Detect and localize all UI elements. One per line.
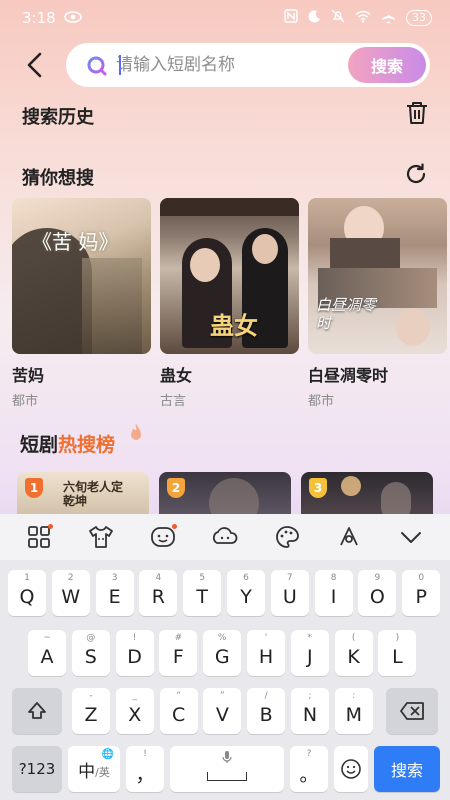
comma-key[interactable]: !， xyxy=(126,746,164,792)
key-w[interactable]: 2W xyxy=(51,570,90,616)
space-key[interactable] xyxy=(170,746,284,792)
card-title: 蛊女 xyxy=(160,366,193,385)
hot-list-title: 短剧热搜榜 xyxy=(20,434,116,456)
search-box: 搜索 xyxy=(66,43,430,87)
backspace-icon xyxy=(400,702,424,720)
rank-badge: 3 xyxy=(309,478,327,498)
trash-icon[interactable] xyxy=(404,100,430,126)
key-k[interactable]: (K xyxy=(334,630,373,676)
smiley-icon xyxy=(341,759,361,779)
collapse-keyboard-icon[interactable] xyxy=(394,520,428,554)
language-switch-key[interactable]: 🌐 中/英 xyxy=(68,746,120,792)
hot-list: 1 六旬老人定乾坤 2 3 xyxy=(0,472,450,516)
enter-search-key[interactable]: 搜索 xyxy=(374,746,440,792)
key-q[interactable]: 1Q xyxy=(8,570,46,616)
emoji-key[interactable] xyxy=(334,746,368,792)
key-i[interactable]: 8I xyxy=(314,570,353,616)
guess-title: 猜你想搜 xyxy=(22,168,94,189)
status-time: 3:18 xyxy=(22,9,56,27)
poster-image: 白昼凋零时 xyxy=(308,198,447,354)
card-title: 白昼凋零时 xyxy=(308,366,389,385)
space-bar-icon xyxy=(207,771,247,781)
search-input[interactable] xyxy=(116,43,336,87)
emoji-icon[interactable] xyxy=(146,520,180,554)
key-f[interactable]: # F xyxy=(159,630,198,676)
wifi-icon xyxy=(355,10,371,27)
key-m[interactable]: :M xyxy=(334,688,373,734)
guess-list: 《苦 妈》 苦妈 都市 蛊女 蛊女 古言 白昼凋零时 白昼凋零时 都市 xyxy=(12,198,447,409)
poster-image: 蛊女 xyxy=(160,198,299,354)
handwriting-icon[interactable] xyxy=(332,520,366,554)
poster-image: 《苦 妈》 xyxy=(12,198,151,354)
battery-indicator: 33 xyxy=(406,10,432,26)
key-x[interactable]: _ X xyxy=(115,688,154,734)
notification-dot xyxy=(172,524,177,529)
key-s[interactable]: @ S xyxy=(71,630,110,676)
key-e[interactable]: 3E xyxy=(95,570,134,616)
keyboard: 1Q2W3E4R5T6Y7U8I9O0P ~ A @ S! D # F% G ' H * J(K) L … xyxy=(0,560,450,800)
key-p[interactable]: 0P xyxy=(402,570,441,616)
key-n[interactable]: ; N xyxy=(291,688,329,734)
mute-icon xyxy=(331,9,345,27)
numbers-key[interactable]: ?123 xyxy=(12,746,62,792)
chevron-left-icon xyxy=(27,52,42,78)
card-tag: 都市 xyxy=(12,394,39,409)
moon-icon xyxy=(308,9,321,27)
history-title: 搜索历史 xyxy=(22,107,94,128)
drama-card-kuma[interactable]: 《苦 妈》 苦妈 都市 xyxy=(12,198,151,409)
key-r[interactable]: 4R xyxy=(139,570,178,616)
shift-key[interactable] xyxy=(12,688,62,734)
key-o[interactable]: 9O xyxy=(358,570,397,616)
flame-icon xyxy=(131,423,141,440)
key-v[interactable]: ” V xyxy=(203,688,242,734)
search-button[interactable]: 搜索 xyxy=(348,47,426,83)
microphone-icon xyxy=(222,751,232,763)
backspace-key[interactable] xyxy=(386,688,438,734)
palette-icon[interactable] xyxy=(270,520,304,554)
search-header: 搜索 xyxy=(0,42,450,88)
key-h[interactable]: ' H xyxy=(247,630,285,676)
keyboard-toolbar xyxy=(0,514,450,560)
key-u[interactable]: 7U xyxy=(270,570,309,616)
nfc-icon xyxy=(284,9,298,27)
airplane-icon xyxy=(381,9,396,28)
status-bar: 3:18 33 xyxy=(0,0,450,36)
shift-icon xyxy=(28,702,46,719)
rank-badge: 1 xyxy=(25,478,43,498)
search-icon xyxy=(87,56,107,76)
rank-badge: 2 xyxy=(167,478,185,498)
key-d[interactable]: ! D xyxy=(115,630,154,676)
key-z[interactable]: -Z xyxy=(72,688,110,734)
key-a[interactable]: ~ A xyxy=(28,630,66,676)
card-title: 苦妈 xyxy=(12,366,45,385)
poster-text: 六旬老人定乾坤 xyxy=(63,480,124,508)
text-caret xyxy=(119,55,121,75)
apps-grid-icon[interactable] xyxy=(22,520,56,554)
refresh-icon[interactable] xyxy=(404,162,428,186)
drama-card-gunv[interactable]: 蛊女 蛊女 古言 xyxy=(160,198,299,409)
hot-item-3[interactable]: 3 xyxy=(301,472,433,516)
notification-dot xyxy=(48,524,53,529)
voice-assistant-icon[interactable] xyxy=(208,520,242,554)
hot-item-1[interactable]: 1 六旬老人定乾坤 xyxy=(17,472,149,516)
back-button[interactable] xyxy=(18,48,52,82)
key-g[interactable]: % G xyxy=(203,630,242,676)
period-key[interactable]: ?。 xyxy=(290,746,328,792)
key-l[interactable]: ) L xyxy=(378,630,417,676)
key-t[interactable]: 5T xyxy=(183,570,222,616)
skin-tshirt-icon[interactable] xyxy=(84,520,118,554)
card-tag: 都市 xyxy=(308,394,335,409)
hot-item-2[interactable]: 2 xyxy=(159,472,291,516)
eye-icon xyxy=(63,9,82,27)
key-j[interactable]: * J xyxy=(290,630,329,676)
key-b[interactable]: / B xyxy=(247,688,286,734)
key-y[interactable]: 6Y xyxy=(227,570,265,616)
key-c[interactable]: “C xyxy=(159,688,198,734)
drama-card-baizhou[interactable]: 白昼凋零时 白昼凋零时 都市 xyxy=(308,198,447,409)
globe-icon: 🌐 xyxy=(101,749,114,760)
card-tag: 古言 xyxy=(160,394,187,409)
